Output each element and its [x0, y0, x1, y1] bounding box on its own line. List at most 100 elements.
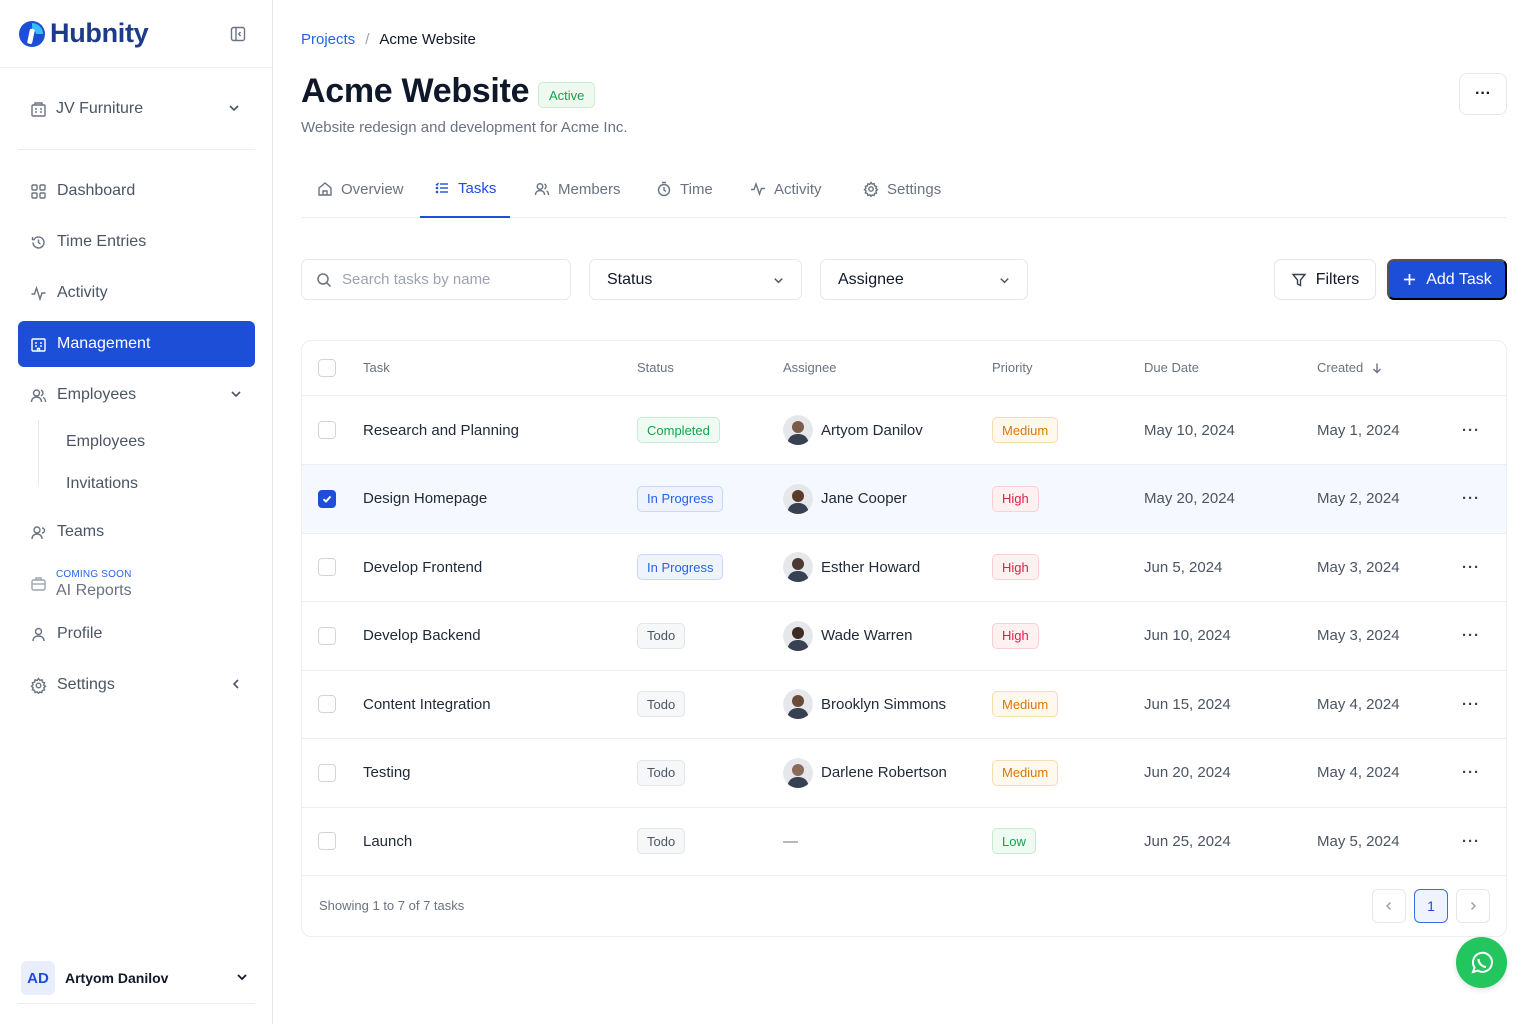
row-checkbox-cell: [318, 739, 336, 807]
task-priority-cell: High: [992, 533, 1039, 601]
page-1-button[interactable]: 1: [1414, 889, 1448, 923]
table-row[interactable]: Content Integration Todo Brooklyn Simmons M…: [302, 670, 1506, 739]
filters-label: Filters: [1315, 270, 1360, 288]
task-name[interactable]: Testing: [363, 739, 411, 807]
status-badge: Todo: [637, 622, 686, 649]
users-icon: [30, 388, 47, 402]
tab-tasks[interactable]: Tasks: [420, 160, 511, 218]
column-task[interactable]: Task: [363, 360, 390, 375]
priority-badge: Medium: [992, 691, 1059, 717]
tab-activity[interactable]: Activity: [736, 160, 836, 218]
list-icon: [435, 182, 448, 194]
more-options-button[interactable]: ···: [1459, 73, 1507, 115]
row-actions-button[interactable]: ···: [1462, 465, 1480, 533]
table-row[interactable]: Launch Todo — Low Jun 25, 2024 May 5, 2024 ···: [302, 807, 1506, 876]
nav-activity[interactable]: Activity: [18, 270, 255, 316]
nav-time-entries[interactable]: Time Entries: [18, 219, 255, 265]
nav-profile[interactable]: Profile: [18, 611, 255, 657]
org-name: JV Furniture: [56, 100, 144, 117]
subnav-guide-line: [38, 420, 50, 486]
row-actions-button[interactable]: ···: [1462, 807, 1480, 875]
page-description: Website redesign and development for Acm…: [301, 119, 628, 136]
nav-label: Activity: [57, 284, 108, 301]
briefcase-icon: [31, 577, 46, 591]
row-actions-button[interactable]: ···: [1462, 533, 1480, 601]
priority-badge: High: [992, 554, 1039, 580]
search-input[interactable]: [342, 271, 542, 288]
row-actions-button[interactable]: ···: [1462, 670, 1480, 738]
row-checkbox[interactable]: [318, 421, 336, 439]
ellipsis-icon: ···: [1462, 421, 1480, 439]
nav-settings[interactable]: Settings: [18, 662, 255, 708]
row-actions-button[interactable]: ···: [1462, 602, 1480, 670]
column-status[interactable]: Status: [637, 360, 674, 375]
column-assignee[interactable]: Assignee: [783, 360, 836, 375]
nav-dashboard[interactable]: Dashboard: [18, 168, 255, 214]
task-priority-cell: Medium: [992, 396, 1059, 464]
task-name[interactable]: Content Integration: [363, 670, 491, 738]
team-icon: [31, 525, 46, 539]
subnav-invitations[interactable]: Invitations: [66, 475, 138, 493]
whatsapp-chat-button[interactable]: [1456, 937, 1507, 988]
table-row[interactable]: Develop Backend Todo Wade Warren High Jun 10…: [302, 602, 1506, 671]
tab-overview[interactable]: Overview: [303, 160, 418, 218]
nav-label: Management: [57, 335, 151, 352]
next-page-button[interactable]: [1456, 889, 1490, 923]
prev-page-button[interactable]: [1372, 889, 1406, 923]
filters-button[interactable]: Filters: [1274, 259, 1376, 300]
ellipsis-icon: ···: [1462, 832, 1480, 850]
task-due-date: May 20, 2024: [1144, 490, 1235, 507]
breadcrumb-separator: /: [365, 31, 370, 48]
column-created[interactable]: Created: [1317, 360, 1383, 375]
plus-icon: [1404, 274, 1416, 285]
row-actions-button[interactable]: ···: [1462, 739, 1480, 807]
task-assignee-cell: Artyom Danilov: [783, 396, 923, 464]
table-row[interactable]: Design Homepage In Progress Jane Cooper Hig…: [302, 464, 1506, 534]
table-row[interactable]: Research and Planning Completed Artyom Dan…: [302, 396, 1506, 465]
column-priority[interactable]: Priority: [992, 360, 1032, 375]
task-name[interactable]: Launch: [363, 807, 412, 875]
nav-teams[interactable]: Teams: [18, 509, 255, 555]
tab-bar: Overview Tasks Members Time Activity Set…: [301, 160, 1507, 218]
task-name[interactable]: Design Homepage: [363, 465, 487, 533]
checkbox[interactable]: [318, 359, 336, 377]
nav-label: Teams: [57, 523, 105, 540]
table-header: Task Status Assignee Priority Due Date C…: [302, 341, 1506, 396]
status-dropdown[interactable]: Status: [589, 259, 802, 300]
sidebar-collapse-icon[interactable]: [229, 25, 247, 43]
assignee-name: Jane Cooper: [821, 490, 907, 507]
row-checkbox[interactable]: [318, 763, 336, 782]
row-checkbox[interactable]: [318, 832, 336, 850]
row-checkbox[interactable]: [318, 558, 336, 576]
breadcrumb-projects-link[interactable]: Projects: [301, 31, 355, 48]
row-checkbox[interactable]: [318, 489, 336, 508]
user-menu[interactable]: AD Artyom Danilov: [21, 959, 255, 997]
row-checkbox[interactable]: [318, 695, 336, 713]
table-row[interactable]: Develop Frontend In Progress Esther Howard…: [302, 533, 1506, 602]
column-due-date[interactable]: Due Date: [1144, 360, 1199, 375]
tab-members[interactable]: Members: [520, 160, 635, 218]
ellipsis-icon: ···: [1462, 490, 1480, 507]
task-name[interactable]: Develop Frontend: [363, 533, 482, 601]
select-all-checkbox[interactable]: [318, 359, 336, 377]
row-checkbox[interactable]: [318, 626, 336, 645]
table-row[interactable]: Testing Todo Darlene Robertson Medium Jun 20…: [302, 739, 1506, 808]
assignee-dropdown[interactable]: Assignee: [820, 259, 1028, 300]
gear-icon: [30, 676, 47, 694]
tab-time[interactable]: Time: [642, 160, 727, 218]
nav-employees[interactable]: Employees: [18, 372, 255, 418]
brand-logo[interactable]: Hubnity: [18, 18, 149, 49]
nav-management[interactable]: Management: [18, 321, 255, 367]
add-task-button[interactable]: Add Task: [1387, 259, 1507, 300]
chevron-down-icon: [231, 391, 241, 398]
column-created-label: Created: [1317, 360, 1364, 375]
task-priority-cell: Medium: [992, 670, 1059, 738]
task-name[interactable]: Research and Planning: [363, 396, 519, 464]
task-name[interactable]: Develop Backend: [363, 602, 481, 670]
tab-settings[interactable]: Settings: [849, 160, 955, 218]
chevron-down-icon: [237, 974, 247, 981]
task-priority-cell: Low: [992, 807, 1036, 875]
row-actions-button[interactable]: ···: [1462, 396, 1480, 464]
subnav-employees[interactable]: Employees: [66, 433, 145, 451]
org-selector[interactable]: JV Furniture: [18, 88, 255, 130]
